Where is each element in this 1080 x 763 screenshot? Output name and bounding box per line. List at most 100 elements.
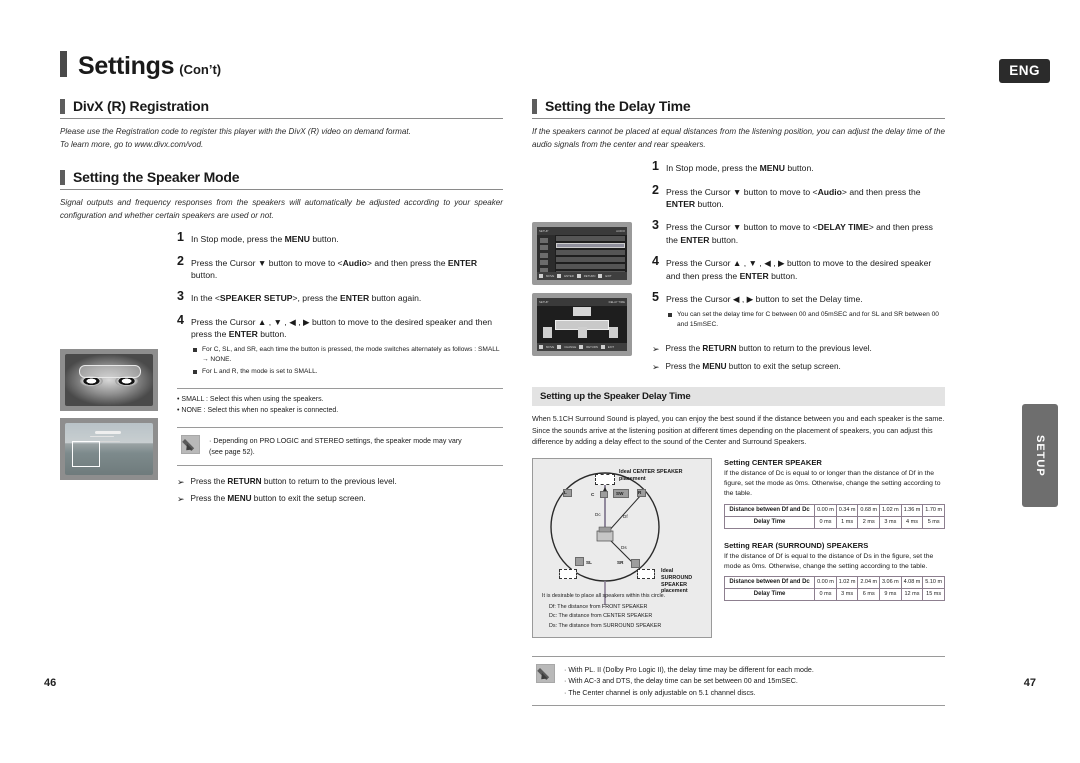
speaker-mode-dash-list: • SMALL : Select this when using the spe…: [177, 387, 503, 416]
ideal-surround-marker-left: [559, 569, 577, 580]
table-cell: 3 ms: [879, 515, 902, 529]
table-cell: 2.04 m: [857, 575, 881, 589]
manual-page: Settings (Con’t) ENG DivX (R) Registrati…: [0, 0, 1080, 763]
speaker-sr: [631, 559, 640, 569]
diagram-caption-line: Ds: The distance from SURROUND SPEAKER: [549, 622, 662, 629]
pencil-icon: [181, 434, 200, 454]
title-main-text: Settings: [78, 52, 175, 80]
note-line: · With PL. II (Dolby Pro Logic II), the …: [564, 666, 814, 675]
table-cell: 1.70 m: [922, 503, 945, 517]
table-cell: 1.36 m: [900, 503, 924, 517]
table-cell: 4.08 m: [900, 575, 924, 589]
rear-speaker-table-title: Setting REAR (SURROUND) SPEAKERS: [724, 540, 869, 550]
step-number: 4: [177, 312, 184, 327]
section-heading: DivX (R) Registration: [73, 98, 209, 114]
section-rule: [60, 189, 503, 191]
title-accent-bar: [60, 51, 67, 77]
step-text: In Stop mode, press the MENU button.: [666, 163, 814, 174]
ideal-surround-marker-right: [637, 569, 655, 580]
divx-lead-text: Please use the Registration code to regi…: [60, 127, 411, 149]
step-sub-list: For C, SL, and SR, each time the button …: [193, 345, 503, 377]
table-row: Distance between Df and Dc 0.00 m 0.34 m…: [723, 503, 945, 517]
table-cell: 1.02 m: [835, 575, 859, 589]
speaker-mode-arrow-notes: ➢ Press the RETURN button to return to t…: [177, 476, 503, 506]
diagram-label-surround: Ideal SURROUND SPEAKER placement: [661, 568, 693, 595]
dash-list-item: • SMALL : Select this when using the spe…: [177, 395, 324, 403]
setup-side-tab: SETUP: [1022, 404, 1058, 507]
arrow-note-text: Press the MENU button to exit the setup …: [665, 361, 841, 371]
step-text: Press the Cursor ▲ , ▼ , ◀ , ▶ button to…: [666, 258, 932, 281]
dash-list-item: • NONE : Select this when no speaker is …: [177, 406, 339, 414]
section-delay-time: Setting the Delay Time If the speakers c…: [532, 98, 945, 151]
arrow-note-item: ➢ Press the MENU button to exit the setu…: [177, 493, 503, 505]
speaker-sr-label: SR: [617, 560, 624, 566]
table-row: Delay Time 0 ms 1 ms 2 ms 3 ms 4 ms 5 ms: [723, 515, 945, 529]
center-speaker-table: Distance between Df and Dc 0.00 m 0.34 m…: [723, 503, 945, 529]
speaker-l-label: L: [564, 490, 567, 496]
step-item: 1 In Stop mode, press the MENU button.: [177, 230, 503, 245]
step-number: 4: [652, 254, 659, 269]
speaker-sl: [575, 557, 584, 567]
speaker-placement-diagram: Ideal CENTER SPEAKER placement L R C SW …: [532, 458, 712, 639]
step-number: 3: [652, 218, 659, 233]
table-cell: 0.00 m: [814, 503, 837, 517]
step-text: Press the Cursor ◀ , ▶ button to set the…: [666, 294, 863, 305]
step-text: Press the Cursor ▼ button to move to <Au…: [666, 186, 921, 209]
table-cell: 1.02 m: [879, 503, 902, 517]
note-line: · Depending on PRO LOGIC and STEREO sett…: [209, 436, 462, 445]
table-cell: 0.68 m: [857, 503, 881, 517]
speaker-mode-lead-text: Signal outputs and frequency responses f…: [60, 198, 503, 220]
step-item: 3 In the <SPEAKER SETUP>, press the ENTE…: [177, 290, 503, 304]
ideal-center-placement-marker: [595, 474, 615, 486]
step-text: In Stop mode, press the MENU button.: [191, 234, 339, 245]
step-text: In the <SPEAKER SETUP>, press the ENTER …: [191, 293, 422, 304]
note-text: · Depending on PRO LOGIC and STEREO sett…: [209, 434, 462, 459]
step-sub-list: You can set the delay time for C between…: [668, 310, 945, 330]
section-heading: Setting the Speaker Mode: [73, 169, 240, 186]
page-number-left: 46: [44, 677, 57, 689]
section-accent-tick: [60, 169, 65, 185]
pencil-icon: [536, 664, 555, 684]
arrow-note-item: ➢ Press the RETURN button to return to t…: [177, 476, 503, 488]
table-row-label: Distance between Df and Dc: [723, 575, 816, 589]
step-item: 4 Press the Cursor ▲ , ▼ , ◀ , ▶ button …: [652, 255, 945, 282]
page-number-right: 47: [1023, 677, 1036, 689]
sub-list-text: For C, SL, and SR, each time the button …: [202, 345, 500, 363]
diagram-caption-line: Df: The distance from FRONT SPEAKER: [549, 604, 648, 611]
table-cell: 5 ms: [922, 515, 945, 529]
table-cell: 9 ms: [879, 587, 902, 601]
table-cell: 6 ms: [857, 587, 881, 601]
speaker-r-label: R: [638, 490, 642, 496]
page-title: Settings (Con’t): [60, 48, 221, 81]
step-item: 3 Press the Cursor ▼ button to move to <…: [652, 219, 945, 246]
step-item: 4 Press the Cursor ▲ , ▼ , ◀ , ▶ button …: [177, 312, 503, 379]
note-box-delay: · With PL. II (Dolby Pro Logic II), the …: [532, 656, 945, 707]
center-speaker-table-desc: If the distance of Dc is equal to or lon…: [724, 470, 941, 498]
note-text: · With PL. II (Dolby Pro Logic II), the …: [564, 663, 814, 699]
bullet-square-icon: [193, 347, 197, 352]
table-cell: 0.34 m: [835, 503, 859, 517]
step-item: 5 Press the Cursor ◀ , ▶ button to set t…: [652, 291, 945, 331]
table-row-label: Delay Time: [723, 515, 816, 529]
arrow-icon: ➢: [177, 493, 185, 504]
step-number: 1: [652, 159, 659, 174]
tv-screenshot-group: [60, 349, 158, 487]
speaker-mode-steps: 1 In Stop mode, press the MENU button. 2…: [177, 230, 503, 416]
table-row-label: Distance between Df and Dc: [723, 503, 816, 517]
step-text: Press the Cursor ▼ button to move to <Au…: [191, 257, 478, 281]
diagram-caption-line: Dc: The distance from CENTER SPEAKER: [549, 613, 653, 620]
osd-screenshot-delay-time: SETUP DELAY TIME MOVE CHANGE RETURN EXIT: [532, 293, 632, 357]
speaker-sw-label: SW: [616, 491, 624, 497]
note-line: · The Center channel is only adjustable …: [564, 688, 756, 697]
rear-speaker-table-desc: If the distance of Df is equal to the di…: [724, 552, 934, 570]
step-number: 1: [177, 230, 184, 245]
step-item: 1 In Stop mode, press the MENU button.: [652, 159, 945, 174]
sub-list-text: For L and R, the mode is set to SMALL.: [202, 367, 318, 375]
center-speaker-table-title: Setting CENTER SPEAKER: [724, 458, 822, 468]
speaker-delay-body: When 5.1CH Surround Sound is played, you…: [532, 414, 945, 447]
step-item: 2 Press the Cursor ▼ button to move to <…: [652, 183, 945, 211]
table-cell: 2 ms: [857, 515, 881, 529]
table-cell: 3 ms: [835, 587, 859, 601]
table-cell: 0 ms: [814, 515, 837, 529]
distance-ds-label: Ds: [621, 545, 627, 551]
